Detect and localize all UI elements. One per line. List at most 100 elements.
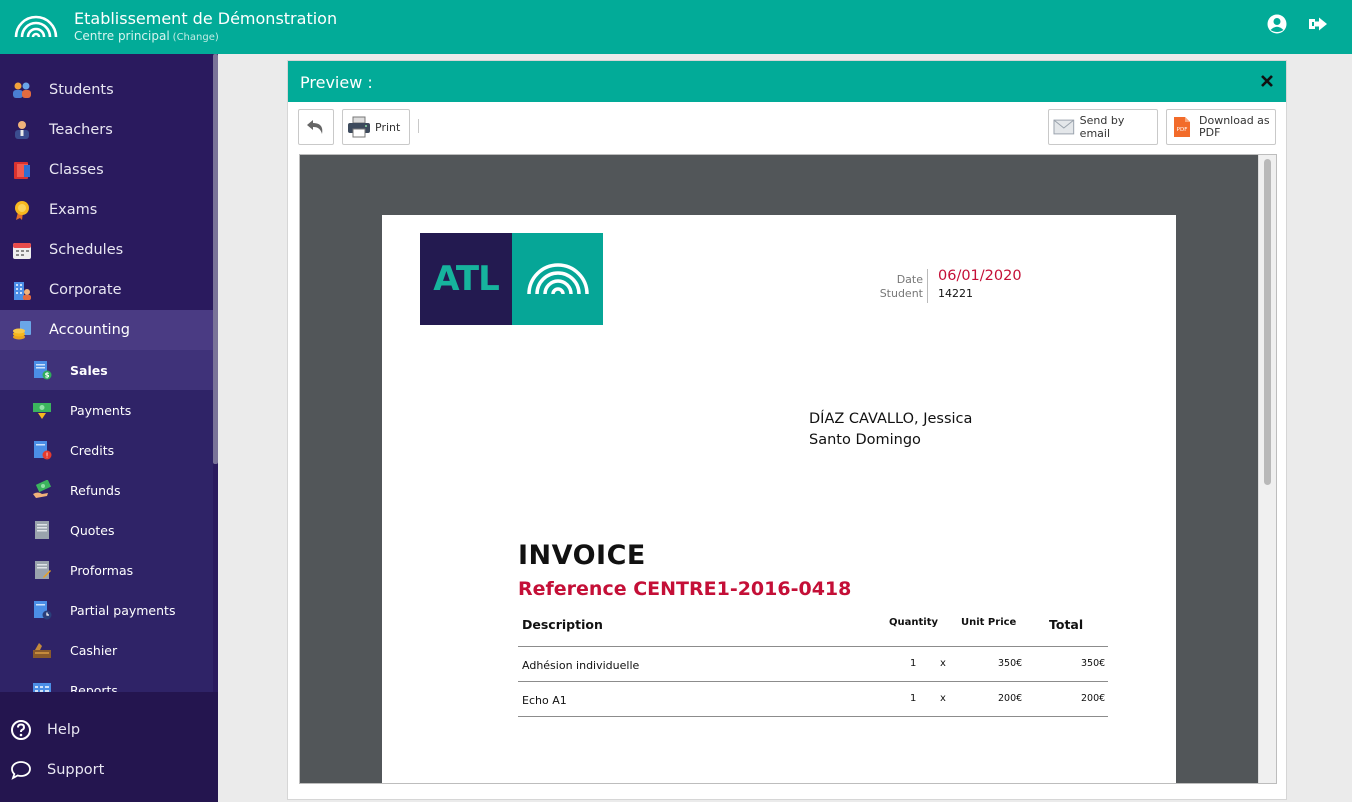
centre-name: Centre principal — [74, 29, 170, 43]
student-label: Student — [879, 287, 923, 300]
app-logo-icon[interactable] — [14, 13, 58, 39]
sidebar-subitem-label: Cashier — [70, 642, 118, 658]
payment-icon — [33, 403, 51, 419]
sidebar-subitem-partial-payments[interactable]: Partial payments — [0, 590, 213, 630]
recipient-city: Santo Domingo — [809, 432, 921, 448]
svg-text:!: ! — [46, 452, 49, 460]
print-button[interactable]: Print — [342, 109, 410, 145]
column-header-unit-price: Unit Price — [961, 617, 1017, 628]
viewer-scrollbar[interactable] — [1258, 155, 1276, 783]
preview-toolbar: Print Send by email PDF Download as PDF — [288, 102, 1286, 152]
sidebar-subitem-label: Proformas — [70, 562, 134, 578]
sidebar-subitem-label: Partial payments — [70, 602, 176, 618]
sidebar-subitem-label: Sales — [70, 362, 108, 378]
document-viewer[interactable]: ATL Date Student 06/01/2020 14221 DÍAZ C… — [299, 154, 1277, 784]
sidebar-subitem-label: Refunds — [70, 482, 121, 498]
invoice-date: 06/01/2020 — [938, 268, 1022, 284]
sidebar-item-label: Corporate — [49, 282, 122, 298]
atl-logo: ATL — [420, 233, 603, 325]
invoice-meta-labels: Date Student — [844, 269, 928, 303]
sidebar-item-label: Teachers — [49, 122, 113, 138]
sidebar-item-teachers[interactable]: Teachers — [0, 110, 213, 150]
sales-icon: $ — [34, 361, 52, 380]
sidebar-item-label: Support — [47, 762, 105, 778]
sidebar-item-students[interactable]: Students — [0, 70, 213, 110]
sidebar-subitem-label: Credits — [70, 442, 115, 458]
sidebar: Students Teachers Classes Exams Schedule… — [0, 54, 218, 802]
sidebar-subitem-label: Reports — [70, 682, 118, 693]
sidebar-item-exams[interactable]: Exams — [0, 190, 213, 230]
proforma-icon — [35, 561, 51, 579]
back-button[interactable] — [298, 109, 334, 145]
sidebar-subitem-proformas[interactable]: Proformas — [0, 550, 213, 590]
download-pdf-button[interactable]: PDF Download as PDF — [1166, 109, 1276, 145]
logout-icon[interactable] — [1307, 13, 1329, 35]
sidebar-subitem-quotes[interactable]: Quotes — [0, 510, 213, 550]
sidebar-footer: Help Support — [0, 692, 218, 802]
print-label: Print — [375, 120, 401, 134]
refund-icon — [33, 480, 52, 498]
table-divider — [518, 716, 1108, 717]
chat-icon — [11, 761, 31, 780]
books-icon — [14, 162, 30, 179]
sidebar-item-label: Schedules — [49, 242, 124, 258]
sidebar-subitem-cashier[interactable]: Cashier — [0, 630, 213, 670]
sidebar-menu: Students Teachers Classes Exams Schedule… — [0, 70, 213, 692]
sidebar-item-help[interactable]: Help — [0, 710, 218, 750]
recipient-name: DÍAZ CAVALLO, Jessica — [809, 411, 973, 427]
sidebar-item-label: Exams — [49, 202, 98, 218]
sidebar-item-support[interactable]: Support — [0, 750, 218, 790]
envelope-icon — [1053, 119, 1075, 135]
change-centre-link[interactable]: (Change) — [173, 32, 219, 43]
sidebar-subitem-reports[interactable]: Reports — [0, 670, 213, 692]
sidebar-item-label: Students — [49, 82, 114, 98]
svg-text:PDF: PDF — [1177, 127, 1188, 133]
partial-payment-icon — [34, 601, 52, 620]
sidebar-subitem-label: Payments — [70, 402, 132, 418]
teacher-icon — [15, 121, 29, 139]
pdf-file-icon: PDF — [1174, 117, 1190, 137]
students-icon — [13, 82, 31, 98]
sidebar-subitem-label: Quotes — [70, 522, 115, 538]
printer-icon — [348, 116, 370, 138]
sidebar-item-corporate[interactable]: Corporate — [0, 270, 213, 310]
sidebar-subitem-sales[interactable]: $ Sales — [0, 350, 213, 390]
sidebar-subitem-payments[interactable]: Payments — [0, 390, 213, 430]
sidebar-item-label: Classes — [49, 162, 104, 178]
preview-dialog: Preview : Print Send by email PDF Downlo… — [287, 60, 1287, 800]
top-bar: Etablissement de Démonstration Centre pr… — [0, 0, 1352, 54]
coins-icon — [13, 321, 31, 340]
close-icon[interactable] — [1260, 74, 1274, 88]
rainbow-arcs-icon — [527, 263, 589, 295]
invoice-reference: Reference CENTRE1-2016-0418 — [518, 578, 852, 600]
table-row: Echo A1 1 x 200€ 200€ — [522, 693, 1106, 707]
building-icon — [14, 282, 31, 300]
undo-arrow-icon — [307, 120, 323, 134]
sidebar-item-classes[interactable]: Classes — [0, 150, 213, 190]
sidebar-subitem-credits[interactable]: ! Credits — [0, 430, 213, 470]
svg-text:$: $ — [45, 372, 50, 380]
sidebar-item-schedules[interactable]: Schedules — [0, 230, 213, 270]
column-header-total: Total — [1049, 617, 1084, 632]
user-profile-icon[interactable] — [1266, 13, 1288, 35]
centre-selector[interactable]: Centre principal (Change) — [74, 29, 219, 43]
sidebar-scrollbar[interactable] — [213, 54, 218, 464]
email-label: Send by email — [1079, 114, 1125, 140]
cashier-icon — [33, 643, 51, 658]
column-header-description: Description — [522, 617, 603, 632]
student-number: 14221 — [938, 287, 973, 300]
quote-icon — [35, 521, 49, 539]
toolbar-separator — [418, 119, 419, 133]
date-label: Date — [896, 273, 923, 286]
sidebar-item-accounting[interactable]: Accounting — [0, 310, 213, 350]
organization-name: Etablissement de Démonstration — [74, 9, 338, 28]
atl-logo-text: ATL — [420, 233, 512, 325]
invoice-page: ATL Date Student 06/01/2020 14221 DÍAZ C… — [382, 215, 1176, 783]
medal-icon — [15, 201, 29, 220]
sidebar-subitem-refunds[interactable]: Refunds — [0, 470, 213, 510]
pdf-label: Download as PDF — [1199, 114, 1270, 139]
send-email-button[interactable]: Send by email — [1048, 109, 1158, 145]
help-icon — [11, 720, 31, 740]
viewer-scroll-thumb[interactable] — [1264, 159, 1271, 485]
sidebar-item-label: Accounting — [49, 322, 130, 338]
